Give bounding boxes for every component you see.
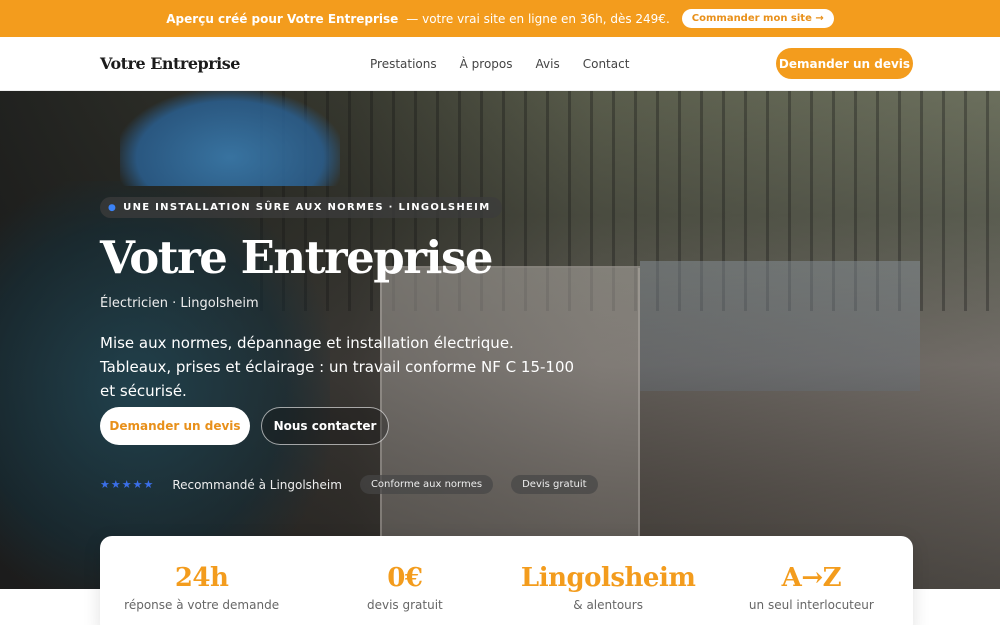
stat-item: 0€ devis gratuit	[303, 536, 506, 625]
nav-links: Prestations À propos Avis Contact	[370, 57, 629, 71]
stat-item: 24h réponse à votre demande	[100, 536, 303, 625]
main-nav: Votre Entreprise Prestations À propos Av…	[0, 37, 1000, 91]
stat-label: devis gratuit	[366, 598, 443, 612]
nav-link-contact[interactable]: Contact	[583, 57, 630, 71]
hero-description: Mise aux normes, dépannage et installati…	[100, 334, 575, 400]
hero-background-helmet	[120, 91, 340, 186]
announcement-bar: Aperçu créé pour Votre Entreprise — votr…	[0, 0, 1000, 37]
hero-subtitle: Électricien · Lingolsheim	[100, 296, 259, 311]
announcement-brand: Aperçu créé pour Votre Entreprise	[166, 11, 399, 26]
rating-text: Recommandé à Lingolsheim	[172, 477, 342, 492]
announcement-text: — votre vrai site en ligne en 36h, dès 2…	[406, 11, 670, 26]
hero-title: Votre Entreprise	[100, 231, 493, 284]
hero-background-cabinet	[380, 266, 640, 566]
stat-item: Lingolsheim & alentours	[507, 536, 710, 625]
nav-link-a-propos[interactable]: À propos	[460, 57, 513, 71]
pill-devis-gratuit: Devis gratuit	[511, 475, 598, 494]
stat-label: réponse à votre demande	[124, 598, 280, 612]
stat-label: un seul interlocuteur	[748, 598, 874, 612]
stat-value: Lingolsheim	[520, 563, 696, 593]
hero-section: ● UNE INSTALLATION SÛRE AUX NORMES · LIN…	[0, 91, 1000, 589]
order-site-button[interactable]: Commander mon site →	[681, 9, 834, 28]
hero-trust-row: ★★★★★ Recommandé à Lingolsheim Conforme …	[100, 475, 598, 494]
stats-card: 24h réponse à votre demande 0€ devis gra…	[100, 536, 913, 625]
rating-stars-icon: ★★★★★	[100, 478, 155, 491]
hero-badge-text: UNE INSTALLATION SÛRE AUX NORMES · LINGO…	[123, 202, 491, 213]
stat-value: A→Z	[781, 563, 842, 593]
stat-value: 24h	[174, 563, 229, 593]
nav-link-prestations[interactable]: Prestations	[370, 57, 437, 71]
stat-item: A→Z un seul interlocuteur	[710, 536, 913, 625]
hero-quote-button[interactable]: Demander un devis	[100, 407, 250, 445]
hero-badge: ● UNE INSTALLATION SÛRE AUX NORMES · LIN…	[100, 197, 503, 218]
pill-conforme: Conforme aux normes	[359, 475, 494, 494]
stat-label: & alentours	[573, 598, 643, 612]
nav-link-avis[interactable]: Avis	[536, 57, 560, 71]
stat-value: 0€	[387, 563, 423, 593]
hero-contact-button[interactable]: Nous contacter	[261, 407, 389, 445]
hero-background-post	[640, 261, 920, 391]
badge-dot-icon: ●	[108, 202, 118, 213]
site-logo[interactable]: Votre Entreprise	[100, 54, 240, 73]
nav-quote-button[interactable]: Demander un devis	[776, 48, 913, 79]
